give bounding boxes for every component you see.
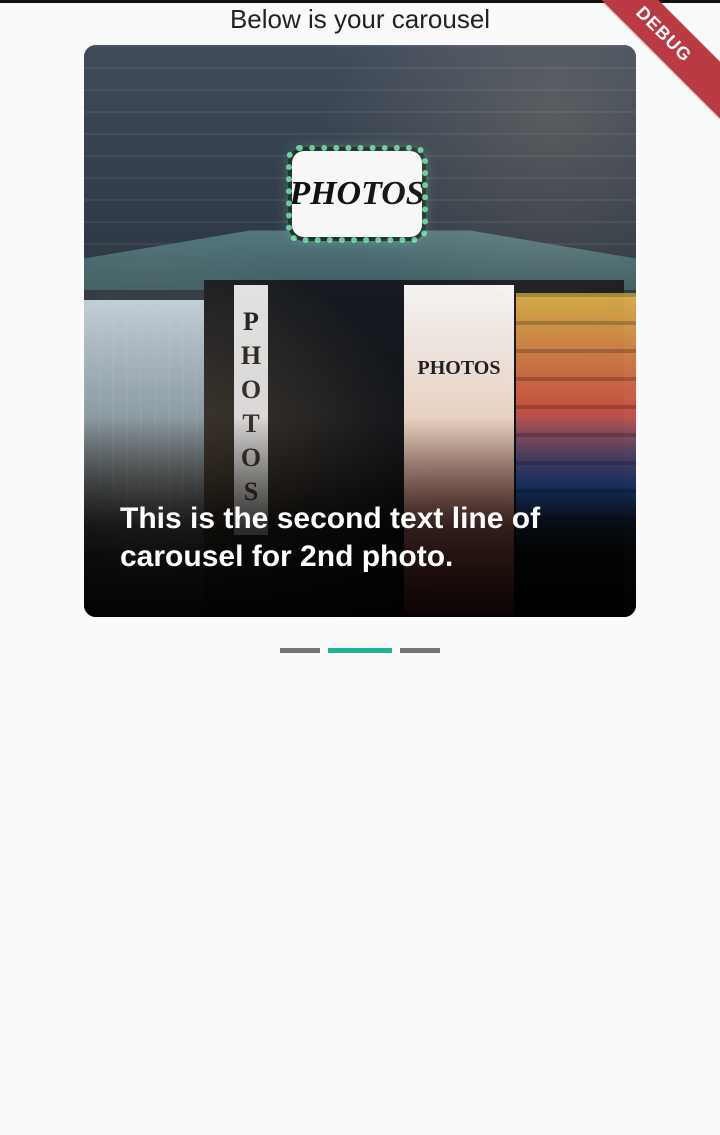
carousel-image-photos-stripe-letter: P	[243, 307, 259, 336]
carousel-indicators	[0, 646, 720, 656]
carousel-image-photos-stripe-letter: O	[240, 375, 262, 404]
carousel-image-photos-sign: PHOTOS	[286, 145, 428, 243]
carousel-caption: This is the second text line of carousel…	[120, 502, 541, 573]
carousel-image-sign-lights	[286, 145, 428, 243]
carousel-indicator-3[interactable]	[400, 648, 440, 653]
carousel-image-photos-stripe-letter: H	[240, 341, 262, 370]
carousel-indicator-2[interactable]	[328, 648, 392, 653]
carousel-image-poster-text: PHOTOS	[417, 357, 501, 379]
carousel[interactable]: PHOTOS PHOTOS PHOTOS This is the second …	[84, 45, 636, 617]
carousel-indicator-1[interactable]	[280, 648, 320, 653]
